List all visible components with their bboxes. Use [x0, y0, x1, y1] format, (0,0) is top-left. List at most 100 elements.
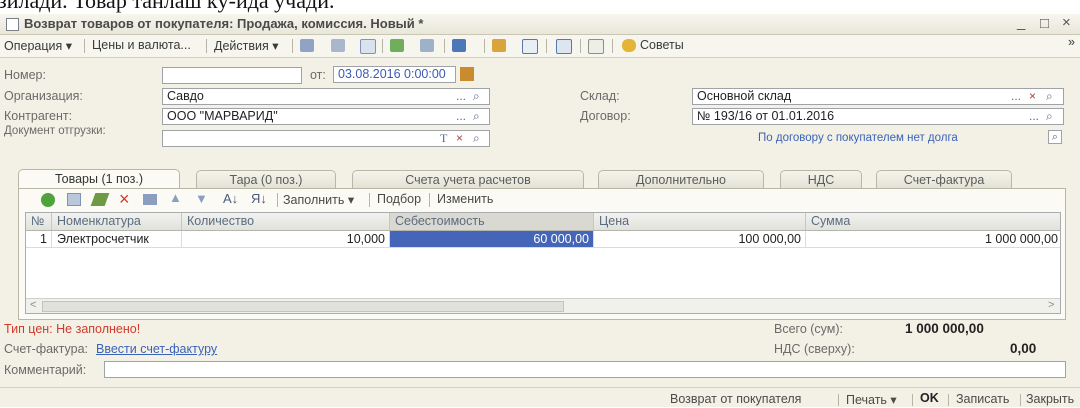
search-icon[interactable]: ⌕ — [473, 89, 480, 104]
delete-row-icon[interactable]: × — [119, 189, 130, 210]
organization-field[interactable]: Савдо ... ⌕ — [162, 88, 490, 105]
number-label: Номер: — [4, 68, 46, 82]
organization-label: Организация: — [4, 89, 83, 103]
actions-menu[interactable]: Действия ▾ — [214, 38, 279, 53]
clear-icon[interactable]: × — [1029, 89, 1036, 104]
post-icon[interactable] — [390, 39, 404, 52]
number-field[interactable] — [162, 67, 302, 84]
save-button[interactable]: Записать — [956, 392, 1009, 406]
cell-sum[interactable]: 1 000 000,00 — [806, 231, 1060, 248]
date-field[interactable]: 03.08.2016 0:00:00 — [333, 66, 456, 83]
type-icon[interactable]: T — [440, 131, 447, 146]
close-form-button[interactable]: Закрыть — [1026, 392, 1074, 406]
text-icon[interactable] — [556, 39, 572, 54]
document-window: Возврат товаров от покупателя: Продажа, … — [0, 14, 1080, 407]
maximize-button[interactable]: □ — [1040, 15, 1049, 32]
counterparty-field[interactable]: ООО "МАРВАРИД" ... ⌕ — [162, 108, 490, 125]
button-bar: Возврат от покупателя Печать ▾ OK Записа… — [0, 387, 1080, 408]
tab-invoice[interactable]: Счет-фактура — [876, 170, 1012, 188]
search-icon[interactable]: ⌕ — [1046, 109, 1053, 124]
invoice-label: Счет-фактура: — [4, 342, 89, 356]
dt-kt-icon[interactable] — [492, 39, 506, 52]
report-icon[interactable] — [522, 39, 538, 54]
operation-menu[interactable]: Операция ▾ — [4, 38, 72, 53]
minimize-button[interactable]: _ — [1017, 14, 1025, 31]
prices-currency-button[interactable]: Цены и валюта... — [92, 38, 191, 52]
cell-item[interactable]: Электросчетчик — [52, 231, 182, 248]
select-button[interactable]: ... — [456, 89, 466, 104]
form-icon[interactable] — [588, 39, 604, 54]
title-bar: Возврат товаров от покупателя: Продажа, … — [0, 14, 1080, 35]
end-edit-icon[interactable] — [143, 194, 157, 205]
select-button[interactable]: ... — [1011, 89, 1021, 104]
print-menu[interactable]: Печать ▾ — [846, 392, 897, 407]
calendar-icon[interactable] — [460, 67, 474, 81]
toolbar-overflow-button[interactable]: » — [1068, 35, 1075, 49]
sort-descending-icon[interactable]: Я↓ — [251, 191, 267, 206]
search-icon[interactable]: ⌕ — [473, 109, 480, 124]
caption-strip: зилади. Товар танлаш кў-ида учади. — [0, 0, 1080, 14]
column-header-item[interactable]: Номенклатура — [52, 213, 182, 230]
window-icon[interactable] — [6, 18, 19, 31]
total-label: Всего (сум): — [774, 322, 844, 336]
select-button[interactable]: ... — [1029, 109, 1039, 124]
contract-label: Договор: — [580, 109, 631, 123]
copy-icon[interactable] — [360, 39, 376, 54]
cell-cost[interactable]: 60 000,00 — [390, 231, 594, 248]
table-icon[interactable] — [331, 39, 345, 52]
column-header-number[interactable]: № — [26, 213, 52, 230]
select-button[interactable]: ... — [456, 109, 466, 124]
column-header-quantity[interactable]: Количество — [182, 213, 390, 230]
tab-vat[interactable]: НДС — [780, 170, 862, 188]
debt-status-link[interactable]: По договору с покупателем нет долга — [758, 132, 958, 144]
contract-field[interactable]: № 193/16 от 01.01.2016 ... ⌕ — [692, 108, 1064, 125]
toolbar-separator — [206, 39, 207, 53]
tab-settlement-accounts[interactable]: Счета учета расчетов — [352, 170, 584, 188]
warehouse-label: Склад: — [580, 89, 620, 103]
search-icon[interactable]: ⌕ — [473, 131, 480, 146]
enter-invoice-link[interactable]: Ввести счет-фактуру — [96, 342, 217, 356]
tab-additional[interactable]: Дополнительно — [598, 170, 764, 188]
clear-icon[interactable]: × — [456, 131, 463, 146]
copy-row-icon[interactable] — [67, 193, 81, 206]
move-down-icon[interactable]: ▼ — [195, 191, 208, 206]
goods-table: № Номенклатура Количество Себестоимость … — [25, 212, 1061, 314]
column-header-cost[interactable]: Себестоимость — [390, 213, 594, 230]
toolbar-separator — [546, 39, 547, 53]
shipment-document-field[interactable]: T × ⌕ — [162, 130, 490, 147]
warehouse-value: Основной склад — [697, 89, 792, 103]
list-icon[interactable] — [300, 39, 314, 52]
cell-quantity[interactable]: 10,000 — [182, 231, 390, 248]
move-up-icon[interactable]: ▲ — [169, 190, 182, 205]
date-label: от: — [310, 68, 326, 82]
counterparty-label: Контрагент: — [4, 109, 73, 123]
tips-button[interactable]: Советы — [640, 38, 684, 52]
cell-price[interactable]: 100 000,00 — [594, 231, 806, 248]
tab-containers[interactable]: Тара (0 поз.) — [196, 170, 336, 188]
column-header-sum[interactable]: Сумма — [806, 213, 1060, 230]
scroll-right-icon[interactable]: > — [1048, 299, 1054, 311]
search-icon[interactable]: ⌕ — [1046, 89, 1053, 104]
select-items-button[interactable]: Подбор — [377, 192, 421, 206]
search-icon[interactable]: ⌕ — [1048, 130, 1062, 144]
add-row-icon[interactable] — [41, 193, 55, 207]
horizontal-scrollbar[interactable]: < > — [26, 298, 1060, 313]
comment-field[interactable] — [104, 361, 1066, 378]
fill-menu[interactable]: Заполнить ▾ — [283, 192, 354, 207]
cell-number[interactable]: 1 — [26, 231, 52, 248]
sort-ascending-icon[interactable]: A↓ — [223, 191, 238, 206]
structure-icon[interactable] — [420, 39, 434, 52]
edit-row-icon[interactable] — [90, 193, 110, 206]
movement-icon[interactable] — [452, 39, 466, 52]
ok-button[interactable]: OK — [920, 391, 939, 405]
price-type-warning[interactable]: Тип цен: Не заполнено! — [4, 322, 140, 336]
warehouse-field[interactable]: Основной склад ... × ⌕ — [692, 88, 1064, 105]
tab-strip: Товары (1 поз.) Тара (0 поз.) Счета учет… — [0, 169, 1080, 189]
scrollbar-thumb[interactable] — [42, 301, 564, 312]
return-from-buyer-button[interactable]: Возврат от покупателя — [670, 392, 801, 406]
scroll-left-icon[interactable]: < — [30, 299, 36, 311]
change-button[interactable]: Изменить — [437, 192, 493, 206]
close-button[interactable]: × — [1062, 14, 1071, 31]
tab-goods[interactable]: Товары (1 поз.) — [18, 169, 180, 189]
column-header-price[interactable]: Цена — [594, 213, 806, 230]
